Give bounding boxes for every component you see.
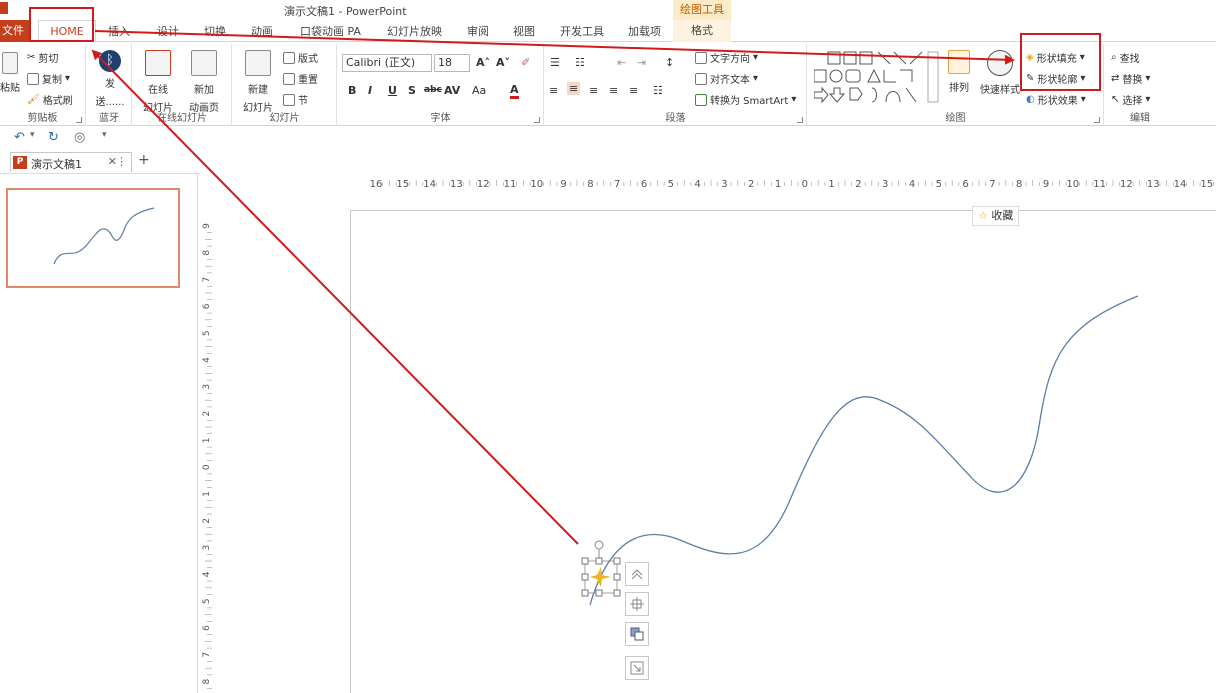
powerpoint-window: 演示文稿1 - PowerPoint 绘图工具 文件 HOME 插入 设计 切换… xyxy=(0,0,1216,693)
annotation-arrows xyxy=(91,30,1015,545)
